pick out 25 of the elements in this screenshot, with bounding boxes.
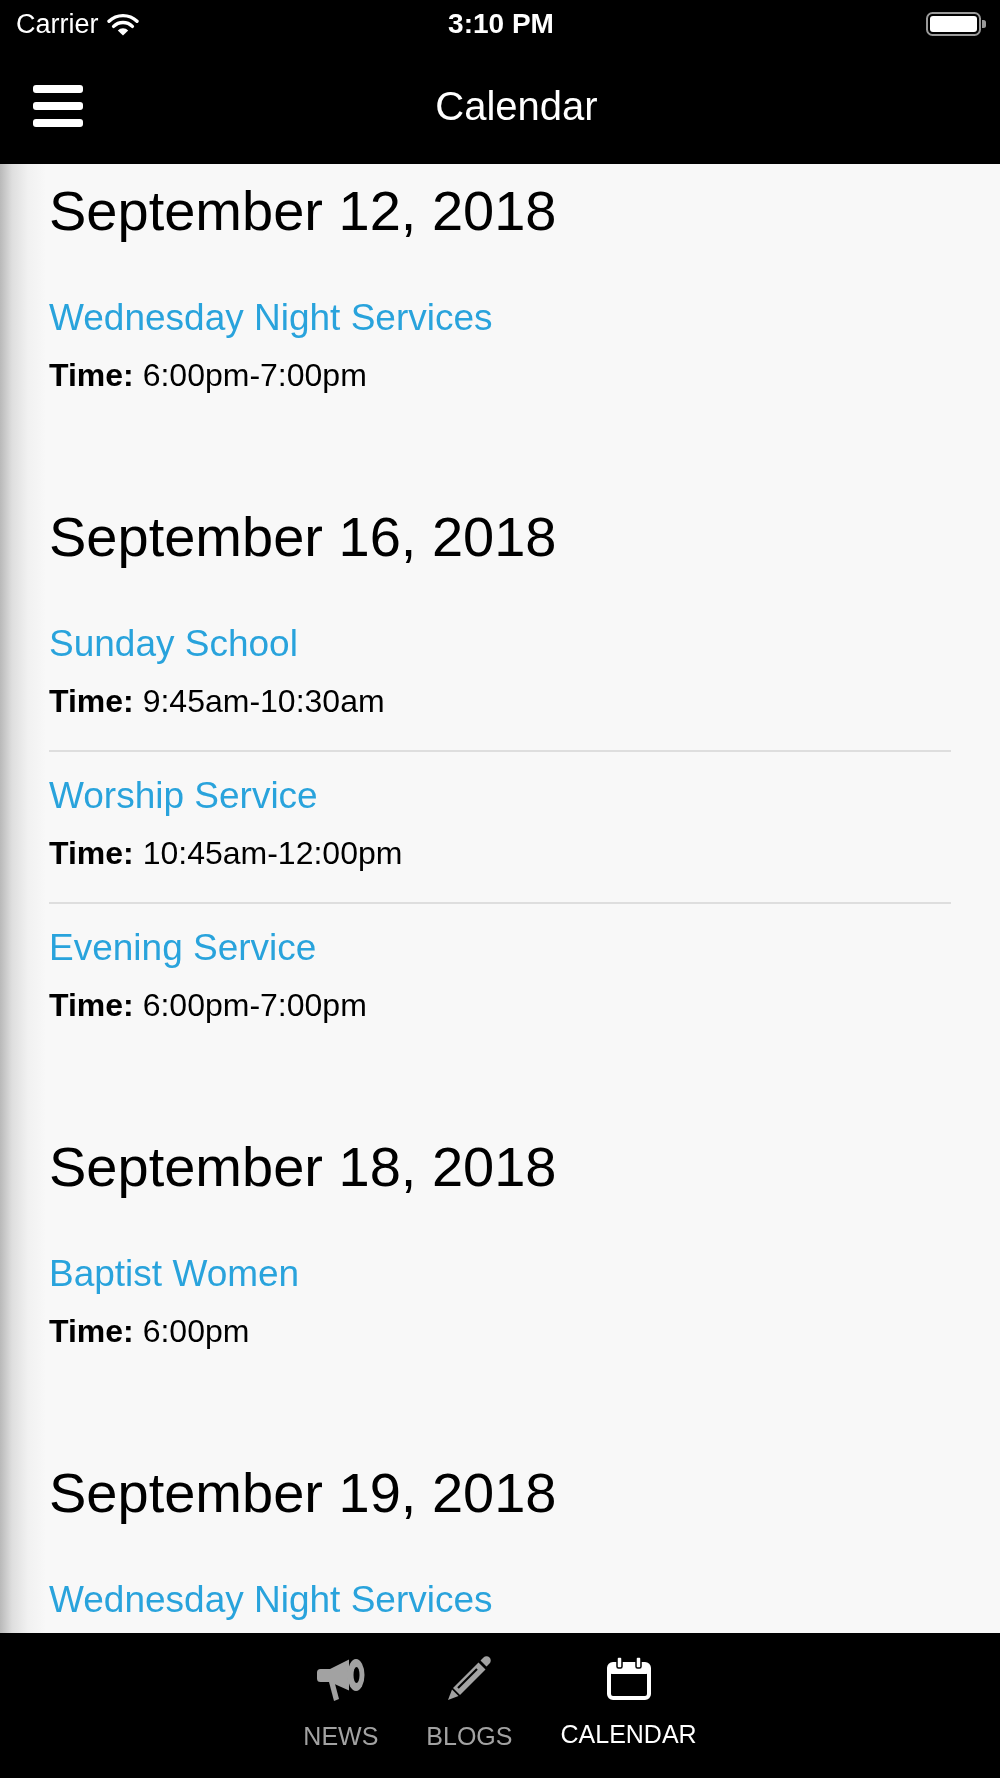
carrier-name: Carrier bbox=[16, 8, 99, 40]
battery-icon bbox=[926, 12, 986, 36]
event-title-link[interactable]: Sunday School bbox=[49, 622, 298, 666]
event-time: Time: 9:45am-10:30am bbox=[49, 682, 386, 721]
calendar-icon[interactable] bbox=[605, 1655, 652, 1701]
date-heading: September 12, 2018 bbox=[49, 178, 558, 244]
event-title-link[interactable]: Wednesday Night Services bbox=[49, 296, 493, 340]
menu-icon[interactable] bbox=[33, 85, 83, 127]
event-time: Time: 6:00pm-7:00pm bbox=[49, 986, 368, 1025]
event-time: Time: 6:00pm bbox=[49, 1312, 251, 1351]
event-title-link[interactable]: Evening Service bbox=[49, 926, 317, 970]
date-heading: September 19, 2018 bbox=[49, 1460, 558, 1526]
date-heading: September 18, 2018 bbox=[49, 1134, 558, 1200]
tab-button[interactable]: CALENDAR bbox=[560, 1655, 697, 1749]
tab-button[interactable]: BLOGS bbox=[426, 1655, 513, 1751]
wifi-icon bbox=[106, 12, 139, 36]
event-title-link[interactable]: Worship Service bbox=[49, 774, 318, 818]
clock-time: 3:10 PM bbox=[448, 8, 554, 40]
event-time: Time: 10:45am-12:00pm bbox=[49, 834, 404, 873]
screen-title: Calendar bbox=[435, 83, 598, 130]
event-time: Time: 6:00pm-7:00pm bbox=[49, 356, 368, 395]
event-title-link[interactable]: Wednesday Night Services bbox=[49, 1578, 493, 1622]
event-title-link[interactable]: Baptist Women bbox=[49, 1252, 300, 1296]
date-heading: September 16, 2018 bbox=[49, 504, 558, 570]
tab-button[interactable]: NEWS bbox=[303, 1655, 379, 1751]
